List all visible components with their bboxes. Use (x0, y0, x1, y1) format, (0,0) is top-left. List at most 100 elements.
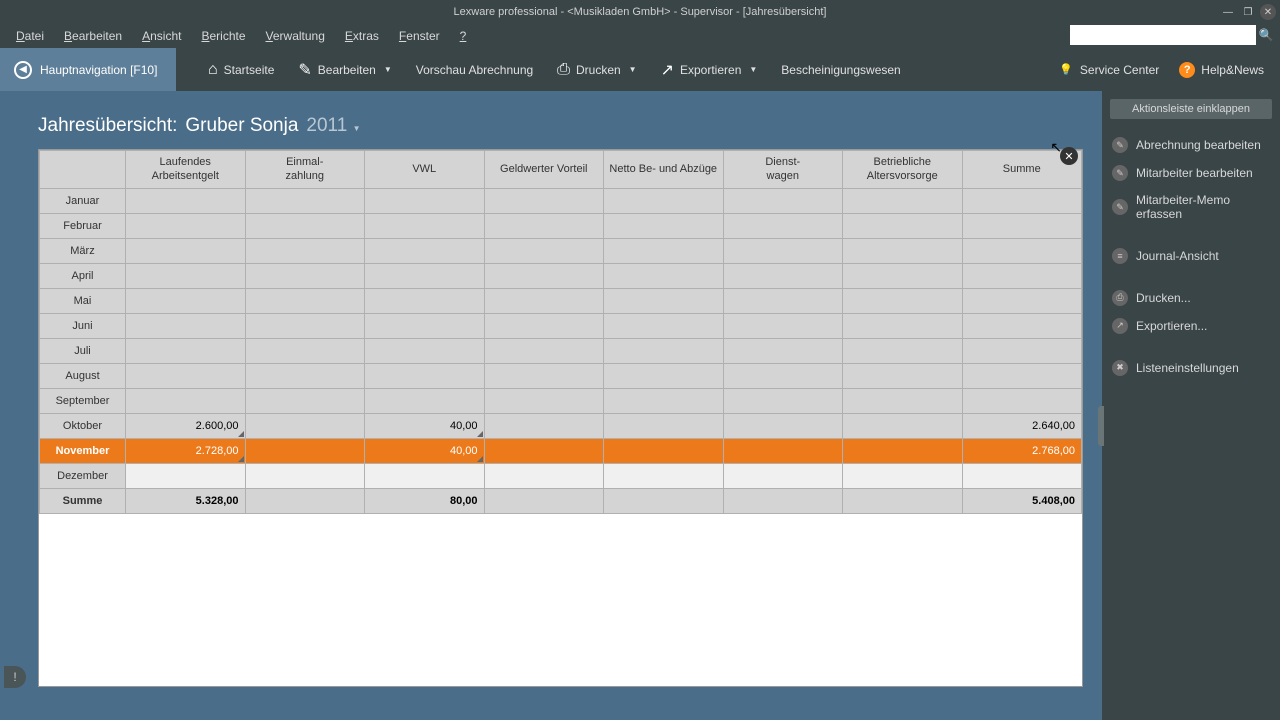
table-cell[interactable] (365, 189, 485, 214)
action-item[interactable]: ✎Mitarbeiter-Memo erfassen (1102, 187, 1280, 228)
minimize-button[interactable]: — (1220, 4, 1236, 20)
table-cell[interactable] (126, 239, 246, 264)
table-cell[interactable] (245, 314, 365, 339)
help-news-button[interactable]: ?Help&News (1169, 62, 1274, 78)
table-cell[interactable] (484, 314, 604, 339)
table-cell[interactable] (365, 339, 485, 364)
table-cell[interactable] (962, 264, 1082, 289)
table-cell[interactable] (723, 389, 843, 414)
table-cell[interactable] (723, 339, 843, 364)
table-cell[interactable] (604, 314, 724, 339)
table-cell[interactable] (245, 264, 365, 289)
table-cell[interactable] (962, 314, 1082, 339)
table-cell[interactable] (126, 389, 246, 414)
table-cell[interactable] (245, 439, 365, 464)
table-cell[interactable] (245, 339, 365, 364)
action-item[interactable]: ↗Exportieren... (1102, 312, 1280, 340)
table-cell[interactable] (126, 464, 246, 489)
start-button[interactable]: ⌂Startseite (196, 48, 286, 91)
table-cell[interactable] (604, 264, 724, 289)
table-cell[interactable] (484, 289, 604, 314)
print-button[interactable]: ⎙Drucken▼ (545, 48, 648, 91)
table-cell[interactable] (126, 314, 246, 339)
table-cell[interactable] (604, 239, 724, 264)
table-cell[interactable] (843, 364, 963, 389)
search-input[interactable] (1070, 25, 1256, 45)
menu-verwaltung[interactable]: Verwaltung (256, 26, 335, 46)
table-cell[interactable] (245, 389, 365, 414)
table-cell[interactable] (365, 364, 485, 389)
table-cell[interactable] (723, 314, 843, 339)
table-cell[interactable] (723, 189, 843, 214)
action-item[interactable]: ✎Abrechnung bearbeiten (1102, 131, 1280, 159)
table-cell[interactable]: 40,00 (365, 439, 485, 464)
table-cell[interactable] (843, 289, 963, 314)
action-item[interactable]: ≡Journal-Ansicht (1102, 242, 1280, 270)
table-cell[interactable] (365, 264, 485, 289)
action-item[interactable]: ✎Mitarbeiter bearbeiten (1102, 159, 1280, 187)
table-cell[interactable] (365, 314, 485, 339)
table-cell[interactable] (484, 414, 604, 439)
table-cell[interactable]: 2.728,00 (126, 439, 246, 464)
table-cell[interactable] (723, 289, 843, 314)
close-button[interactable]: ✕ (1260, 4, 1276, 20)
table-cell[interactable] (962, 289, 1082, 314)
table-cell[interactable] (604, 289, 724, 314)
besch-button[interactable]: Bescheinigungswesen (769, 48, 912, 91)
table-cell[interactable] (484, 189, 604, 214)
table-cell[interactable] (962, 239, 1082, 264)
menu-datei[interactable]: Datei (6, 26, 54, 46)
menu-bearbeiten[interactable]: Bearbeiten (54, 26, 132, 46)
table-cell[interactable] (126, 214, 246, 239)
table-cell[interactable] (245, 289, 365, 314)
table-cell[interactable] (604, 389, 724, 414)
table-cell[interactable] (365, 389, 485, 414)
action-item[interactable]: ✖Listeneinstellungen (1102, 354, 1280, 382)
table-cell[interactable] (245, 364, 365, 389)
table-cell[interactable] (484, 339, 604, 364)
table-cell[interactable] (484, 239, 604, 264)
table-cell[interactable] (843, 339, 963, 364)
table-cell[interactable] (723, 264, 843, 289)
menu-berichte[interactable]: Berichte (191, 26, 255, 46)
table-cell[interactable] (723, 239, 843, 264)
menu-extras[interactable]: Extras (335, 26, 389, 46)
table-cell[interactable] (843, 389, 963, 414)
table-cell[interactable] (604, 364, 724, 389)
table-cell[interactable] (843, 214, 963, 239)
table-cell[interactable] (484, 214, 604, 239)
export-button[interactable]: ↗Exportieren▼ (649, 48, 770, 91)
table-cell[interactable] (962, 339, 1082, 364)
table-cell[interactable] (962, 464, 1082, 489)
table-cell[interactable]: 2.640,00 (962, 414, 1082, 439)
table-cell[interactable] (723, 439, 843, 464)
table-cell[interactable] (962, 364, 1082, 389)
table-cell[interactable]: 2.600,00 (126, 414, 246, 439)
table-cell[interactable] (126, 339, 246, 364)
collapse-sidebar-button[interactable]: Aktionsleiste einklappen (1110, 99, 1272, 119)
table-cell[interactable] (843, 264, 963, 289)
table-cell[interactable] (723, 414, 843, 439)
table-cell[interactable] (365, 239, 485, 264)
table-cell[interactable] (604, 414, 724, 439)
maximize-button[interactable]: ❐ (1240, 4, 1256, 20)
table-cell[interactable] (604, 214, 724, 239)
menu-ansicht[interactable]: Ansicht (132, 26, 191, 46)
table-cell[interactable] (604, 464, 724, 489)
edit-button[interactable]: ✎Bearbeiten▼ (286, 48, 403, 91)
menu-?[interactable]: ? (450, 26, 477, 46)
table-cell[interactable] (843, 439, 963, 464)
table-cell[interactable] (723, 214, 843, 239)
table-cell[interactable] (604, 189, 724, 214)
close-view-button[interactable]: ✕ (1060, 147, 1078, 165)
table-cell[interactable]: 40,00 (365, 414, 485, 439)
preview-button[interactable]: Vorschau Abrechnung (404, 48, 545, 91)
table-cell[interactable] (843, 464, 963, 489)
table-cell[interactable] (723, 364, 843, 389)
table-cell[interactable] (245, 189, 365, 214)
table-cell[interactable]: 2.768,00 (962, 439, 1082, 464)
table-cell[interactable] (843, 314, 963, 339)
table-cell[interactable] (484, 364, 604, 389)
table-cell[interactable] (843, 414, 963, 439)
table-cell[interactable] (484, 464, 604, 489)
